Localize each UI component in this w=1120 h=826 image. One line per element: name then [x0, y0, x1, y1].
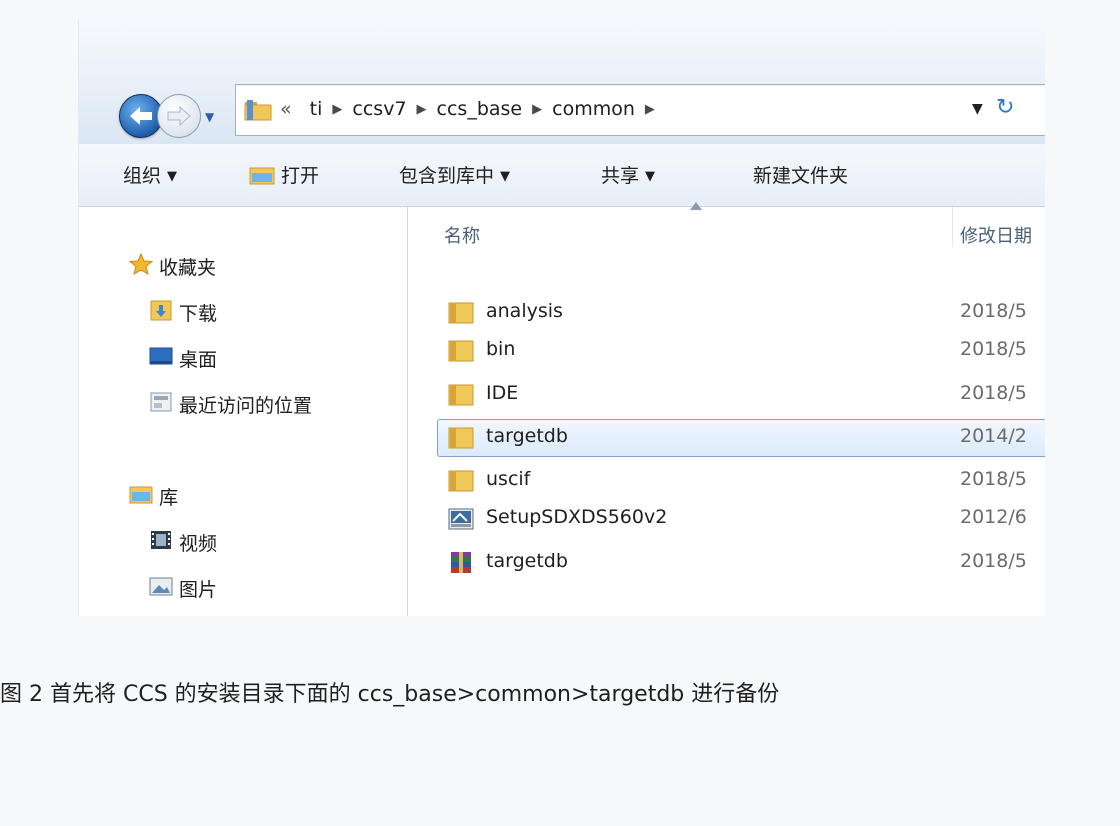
- archive-icon: [451, 552, 471, 573]
- breadcrumb-item[interactable]: ccsv7: [352, 98, 406, 120]
- file-name: uscif: [486, 468, 531, 490]
- file-row[interactable]: targetdb 2018/5: [438, 545, 1045, 581]
- recent-places-icon: [150, 392, 172, 412]
- column-header-name[interactable]: 名称: [444, 222, 480, 248]
- file-date: 2018/5: [960, 550, 1027, 572]
- sidebar-item-label: 下载: [179, 303, 218, 325]
- navigation-buttons: ▼: [119, 90, 239, 142]
- file-date: 2018/5: [960, 382, 1027, 404]
- breadcrumb-overflow[interactable]: «: [280, 98, 292, 120]
- file-name: targetdb: [486, 550, 568, 572]
- figure-caption: 图 2 首先将 CCS 的安装目录下面的 ccs_base>common>tar…: [0, 682, 780, 707]
- share-label: 共享: [601, 165, 640, 187]
- file-name: targetdb: [486, 425, 568, 447]
- file-name: bin: [486, 338, 516, 360]
- column-header-modified[interactable]: 修改日期: [960, 222, 1032, 248]
- address-bar[interactable]: « ti ▶ ccsv7 ▶ ccs_base ▶ common ▶ ▼ ↻: [235, 84, 1045, 136]
- breadcrumb-separator-icon[interactable]: ▶: [532, 102, 542, 117]
- folder-icon: [244, 100, 272, 121]
- file-date: 2014/2: [960, 425, 1027, 447]
- sidebar-item-label: 桌面: [179, 349, 218, 371]
- breadcrumb-separator-icon[interactable]: ▶: [332, 102, 342, 117]
- file-row[interactable]: SetupSDXDS560v2 2012/6: [438, 501, 1045, 537]
- organize-menu[interactable]: 组织 ▼: [123, 161, 177, 188]
- file-name: analysis: [486, 300, 563, 322]
- file-date: 2018/5: [960, 468, 1027, 490]
- back-arrow-icon: [130, 107, 152, 125]
- sidebar-item-label: 收藏夹: [159, 257, 217, 279]
- file-date: 2018/5: [960, 338, 1027, 360]
- forward-button[interactable]: [157, 94, 201, 138]
- sidebar-item-label: 视频: [179, 533, 218, 555]
- open-label: 打开: [281, 165, 320, 187]
- folder-icon: [448, 384, 474, 406]
- include-in-library-menu[interactable]: 包含到库中 ▼: [399, 161, 510, 188]
- address-dropdown-icon[interactable]: ▼: [972, 101, 983, 117]
- breadcrumb-separator-icon[interactable]: ▶: [645, 102, 655, 117]
- sidebar-item-label: 图片: [179, 579, 218, 601]
- file-row[interactable]: uscif 2018/5: [438, 463, 1045, 499]
- file-row[interactable]: bin 2018/5: [438, 333, 1045, 369]
- folder-icon: [448, 340, 474, 362]
- folder-icon: [448, 302, 474, 324]
- column-divider[interactable]: [952, 207, 953, 247]
- desktop-icon: [149, 347, 173, 365]
- share-menu[interactable]: 共享 ▼: [601, 161, 655, 188]
- new-folder-button[interactable]: 新建文件夹: [753, 161, 848, 188]
- file-date: 2012/6: [960, 506, 1027, 528]
- recent-pages-dropdown[interactable]: ▼: [205, 110, 217, 124]
- sort-ascending-icon: [690, 202, 702, 210]
- file-list: 名称 修改日期 analysis 2018/5 bin 2018/5 IDE 2…: [408, 202, 1045, 616]
- file-name: IDE: [486, 382, 519, 404]
- breadcrumb-item[interactable]: ccs_base: [437, 98, 523, 120]
- libraries-icon: [129, 486, 153, 504]
- file-date: 2018/5: [960, 300, 1027, 322]
- breadcrumb-item[interactable]: ti: [310, 98, 323, 120]
- chevron-down-icon: ▼: [500, 169, 511, 184]
- refresh-icon[interactable]: ↻: [996, 95, 1020, 123]
- breadcrumb-item[interactable]: common: [552, 98, 635, 120]
- title-bar: ▼ « ti ▶ ccsv7 ▶ ccs_base ▶ common ▶ ▼ ↻: [79, 20, 1045, 144]
- star-icon: [129, 253, 153, 275]
- installer-icon: [448, 508, 474, 530]
- explorer-screenshot: ▼ « ti ▶ ccsv7 ▶ ccs_base ▶ common ▶ ▼ ↻ 组织 ▼ 打开: [78, 20, 1045, 616]
- file-name: SetupSDXDS560v2: [486, 506, 668, 528]
- folder-icon: [448, 470, 474, 492]
- folder-icon: [448, 427, 474, 449]
- command-bar: 组织 ▼ 打开 包含到库中 ▼ 共享 ▼ 新建文件夹: [79, 144, 1045, 207]
- breadcrumb-separator-icon[interactable]: ▶: [417, 102, 427, 117]
- downloads-folder-icon: [150, 300, 172, 321]
- new-folder-label: 新建文件夹: [753, 165, 849, 187]
- sidebar-item-label: 库: [159, 487, 179, 509]
- chevron-down-icon: ▼: [167, 169, 178, 184]
- chevron-down-icon: ▼: [645, 169, 656, 184]
- open-button[interactable]: 打开: [249, 161, 319, 188]
- pictures-icon: [149, 577, 173, 596]
- video-icon: [151, 531, 171, 549]
- file-row-selected[interactable]: targetdb 2014/2: [437, 419, 1045, 457]
- navigation-pane: 收藏夹 下载 桌面 最近访问的位置 库 视频 图片: [79, 207, 408, 616]
- file-row[interactable]: analysis 2018/5: [438, 295, 1045, 331]
- breadcrumb: « ti ▶ ccsv7 ▶ ccs_base ▶ common ▶: [280, 98, 665, 120]
- sidebar-item-label: 最近访问的位置: [179, 395, 313, 417]
- library-folder-icon: [249, 167, 275, 185]
- include-label: 包含到库中: [399, 165, 495, 187]
- organize-label: 组织: [123, 165, 162, 187]
- forward-arrow-icon: [167, 105, 191, 127]
- file-row[interactable]: IDE 2018/5: [438, 377, 1045, 413]
